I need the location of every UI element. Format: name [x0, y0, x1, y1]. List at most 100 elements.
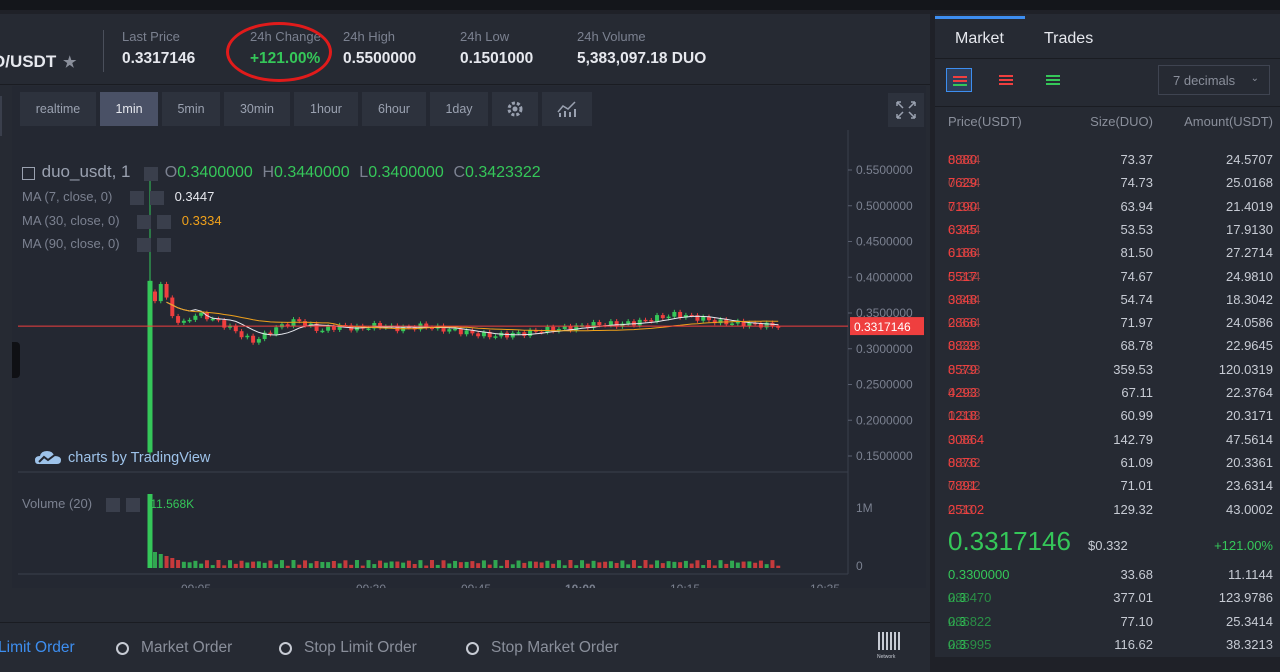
ask-row[interactable]: 0.334 8880 73.37 24.5707	[935, 152, 1280, 172]
collapse-icon[interactable]	[22, 167, 35, 181]
ask-row[interactable]: 0.334 7629 74.73 25.0168	[935, 175, 1280, 195]
ask-row[interactable]: 0.333 1218 60.99 20.3171	[935, 408, 1280, 428]
ma90-close-icon[interactable]	[157, 237, 172, 252]
ask-size: 63.94	[1120, 198, 1153, 214]
tradingview-attribution[interactable]: charts by TradingView	[34, 449, 210, 467]
ask-row[interactable]: 0.33 25102 129.32 43.0002	[935, 502, 1280, 522]
ma30-settings-icon[interactable]	[137, 214, 152, 229]
ask-row[interactable]: 0.333 8839 68.78 22.9645	[935, 338, 1280, 358]
collapse-sidebar-handle[interactable]	[12, 342, 20, 378]
ask-row[interactable]: 0.333 4293 67.11 22.3764	[935, 385, 1280, 405]
volume-bar	[608, 561, 613, 568]
order-type-stop-market[interactable]: Stop Market Order	[466, 639, 619, 657]
price-tick-label: 0.3000000	[856, 342, 913, 356]
candle	[655, 315, 660, 322]
time-tick-label: 09:45	[461, 582, 491, 588]
volume-bar	[153, 552, 157, 568]
favorite-star-icon[interactable]: ★	[63, 54, 76, 71]
ask-size: 54.74	[1120, 291, 1153, 307]
volume-bar	[354, 560, 359, 568]
volume-close-icon[interactable]	[125, 497, 140, 512]
volume-bar	[776, 565, 781, 568]
last-price: 0.3317146	[948, 526, 1071, 556]
volume-bar	[706, 560, 711, 568]
order-type-stop-limit[interactable]: Stop Limit Order	[279, 639, 417, 657]
volume-bar	[222, 565, 227, 568]
bid-row[interactable]: 0.3300000 33.68 11.1144	[935, 567, 1280, 587]
tab-trades[interactable]: Trades	[1044, 30, 1093, 48]
price-tick-label: 0.5500000	[856, 163, 913, 177]
network-label: Network	[877, 654, 896, 660]
volume-bar	[672, 561, 677, 568]
volume-bar	[158, 554, 163, 568]
volume-bar	[649, 564, 654, 568]
order-type-market[interactable]: Market Order	[116, 639, 232, 657]
candle	[158, 283, 163, 302]
ma90-settings-icon[interactable]	[137, 237, 152, 252]
side-handle[interactable]	[0, 96, 2, 136]
ma7-line	[166, 301, 779, 336]
volume-bar	[747, 561, 752, 568]
ask-row[interactable]: 0.334 3848 54.74 18.3042	[935, 292, 1280, 312]
ask-amount: 22.9645	[1226, 338, 1273, 354]
volume-bar	[193, 560, 198, 568]
last-price-change: +121.00%	[1214, 538, 1273, 553]
ma7-settings-icon[interactable]	[129, 190, 144, 205]
order-type-limit[interactable]: Limit Order	[0, 639, 75, 657]
candle	[637, 319, 642, 326]
bid-row[interactable]: 0.3 288470 377.01 123.9786	[935, 590, 1280, 610]
volume-bar	[268, 560, 273, 568]
ma30-close-icon[interactable]	[157, 214, 172, 229]
volume-bar	[505, 560, 510, 568]
ask-row[interactable]: 0.33 30864 142.79 47.5614	[935, 432, 1280, 452]
layout-both-icon[interactable]	[946, 68, 972, 92]
stat-label: 24h Low	[460, 29, 510, 44]
divider	[0, 84, 930, 85]
candle	[153, 291, 157, 302]
bid-size: 377.01	[1113, 590, 1153, 606]
ask-row[interactable]: 0.334 7190 63.94 21.4019	[935, 199, 1280, 219]
ask-size: 74.73	[1120, 175, 1153, 191]
volume-bar	[510, 564, 515, 568]
candle	[193, 315, 198, 320]
candle	[701, 316, 706, 321]
order-type-label: Stop Limit Order	[304, 639, 417, 656]
candle	[505, 332, 510, 338]
ask-row[interactable]: 0.334 5517 74.67 24.9810	[935, 269, 1280, 289]
bid-size: 33.68	[1120, 567, 1153, 582]
candle	[678, 311, 683, 318]
layout-bids-icon[interactable]	[1040, 68, 1066, 92]
bid-amount: 25.3414	[1226, 613, 1273, 629]
settings-icon[interactable]	[144, 166, 159, 181]
ma7-close-icon[interactable]	[149, 190, 164, 205]
tab-market[interactable]: Market	[955, 30, 1004, 48]
ask-row[interactable]: 0.334 6186 81.50 27.2714	[935, 245, 1280, 265]
candle	[464, 330, 469, 335]
ask-amount: 23.6314	[1226, 478, 1273, 494]
bid-row[interactable]: 0.3 286822 77.10 25.3414	[935, 614, 1280, 634]
volume-bar	[481, 560, 486, 568]
decimals-select[interactable]: 7 decimals ⌄	[1158, 65, 1270, 95]
volume-bar	[251, 561, 256, 568]
ticker-bar: O/USDT ★ Last Price 0.3317146 24h Change…	[0, 14, 930, 84]
volume-bar	[562, 565, 567, 568]
last-price-usd: $0.332	[1088, 538, 1128, 553]
volume-bar	[758, 560, 763, 568]
stat-last-price: Last Price 0.3317146	[122, 29, 195, 68]
candle	[326, 326, 331, 331]
bid-row[interactable]: 0.3 285995 116.62 38.3213	[935, 637, 1280, 657]
ask-row[interactable]: 0.332 8876 61.09 20.3361	[935, 455, 1280, 475]
stat-24h-low: 24h Low 0.1501000	[460, 29, 533, 68]
ask-row[interactable]: 0.332 7891 71.01 23.6314	[935, 478, 1280, 498]
ask-amount: 120.0319	[1218, 361, 1273, 377]
candle	[666, 316, 671, 319]
ask-row[interactable]: 0.334 2866 71.97 24.0586	[935, 315, 1280, 335]
header-amount: Amount(USDT)	[1184, 114, 1273, 129]
ask-row[interactable]: 0.333 8579 359.53 120.0319	[935, 362, 1280, 382]
volume-bar	[551, 563, 556, 568]
volume-settings-icon[interactable]	[105, 497, 120, 512]
layout-asks-icon[interactable]	[993, 68, 1019, 92]
ask-row[interactable]: 0.334 6345 53.53 17.9130	[935, 222, 1280, 242]
volume-bar	[245, 562, 250, 568]
network-status-icon[interactable]	[877, 631, 903, 651]
